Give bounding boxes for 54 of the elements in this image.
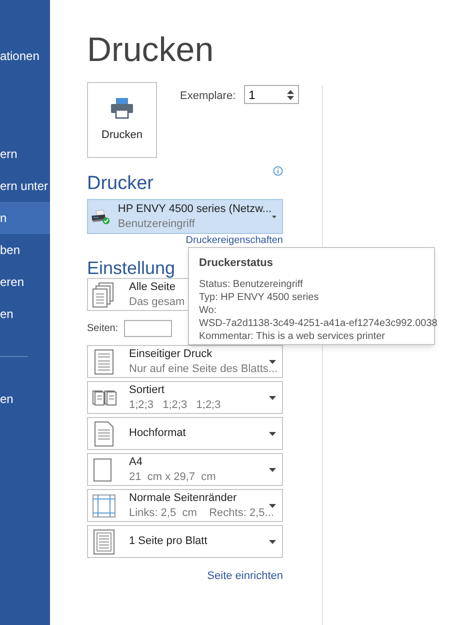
sidebar-item[interactable]: ationen: [0, 40, 50, 72]
page-title: Drucken: [87, 30, 215, 71]
sidebar-item[interactable]: en: [0, 383, 50, 415]
spin-arrows-icon[interactable]: [286, 88, 294, 100]
printer-status: Benutzereingriff: [118, 216, 196, 232]
printer-dropdown[interactable]: HP ENVY 4500 series (Netzw... Benutzereingriff: [87, 199, 283, 234]
settings-dropdown[interactable]: A4 21 cm x 29,7 cm: [87, 453, 283, 486]
option-title: Normale Seitenränder: [129, 490, 237, 506]
tooltip-text: WSD-7a2d1138-3c49-4251-a41a-ef1274e3c992.0038: [199, 316, 438, 330]
option-subtitle: Das gesam: [129, 294, 185, 310]
option-subtitle: 1;2;3 1;2;3 1;2;3: [129, 398, 221, 412]
option-title: Alle Seite: [129, 280, 176, 294]
page-icon: [92, 528, 117, 554]
option-subtitle: 21 cm x 29,7 cm: [129, 470, 216, 484]
print-button[interactable]: Drucken: [87, 82, 157, 158]
option-title: 1 Seite pro Blatt: [129, 534, 208, 549]
settings-dropdown[interactable]: Hochformat: [87, 417, 283, 450]
copies-spinbox[interactable]: 1: [244, 85, 299, 104]
printer-name: HP ENVY 4500 series (Netzw...: [118, 202, 272, 216]
sidebar-item[interactable]: n: [0, 202, 50, 234]
sidebar-item[interactable]: en: [0, 298, 50, 330]
settings-dropdown[interactable]: Sortiert 1;2;3 1;2;3 1;2;3: [87, 381, 283, 414]
section-heading: Einstellung: [87, 257, 176, 280]
settings-dropdown[interactable]: 1 Seite pro Blatt: [87, 525, 283, 558]
page-setup-link[interactable]: Seite einrichten: [207, 568, 283, 584]
settings-dropdown[interactable]: Einseitiger Druck Nur auf eine Seite des Blatts...: [87, 345, 283, 378]
settings-dropdown[interactable]: Normale Seitenränder Links: 2,5 cm Rechts: 2,5...: [87, 489, 283, 522]
dropdown-arrow-icon: [269, 504, 276, 508]
sidebar-item[interactable]: ern unter: [0, 170, 50, 202]
dropdown-arrow-icon: [269, 432, 276, 436]
dropdown-arrow-icon: [272, 214, 276, 218]
option-title: A4: [129, 454, 142, 470]
printer-icon: [110, 96, 134, 119]
margins-icon: [92, 492, 117, 518]
printer-properties-link[interactable]: Druckereigenschaften: [186, 234, 283, 247]
tooltip-text: Kommentar: This is a web services printer: [199, 330, 385, 342]
section-heading: Drucker: [87, 172, 154, 196]
dropdown-arrow-icon: [269, 468, 276, 472]
sidebar-item[interactable]: eren: [0, 266, 50, 298]
dropdown-arrow-icon: [269, 540, 276, 544]
option-title: Hochformat: [129, 426, 186, 441]
copies-label: Exemplare:: [180, 89, 236, 104]
tooltip-title: Druckerstatus: [199, 256, 274, 271]
dropdown-arrow-icon: [269, 396, 276, 400]
option-subtitle: Links: 2,5 cm Rechts: 2,5...: [129, 506, 274, 520]
info-icon[interactable]: [273, 166, 283, 176]
pages-label: Seiten:: [87, 322, 118, 336]
sidebar-item[interactable]: ern: [0, 138, 50, 170]
option-title: Einseitiger Druck: [129, 346, 212, 362]
sidebar-item[interactable]: ben: [0, 234, 50, 266]
dropdown-arrow-icon: [269, 360, 276, 364]
option-title: Sortiert: [129, 382, 164, 398]
pages-input-field[interactable]: [124, 320, 172, 336]
option-subtitle: Nur auf eine Seite des Blatts...: [129, 362, 278, 376]
